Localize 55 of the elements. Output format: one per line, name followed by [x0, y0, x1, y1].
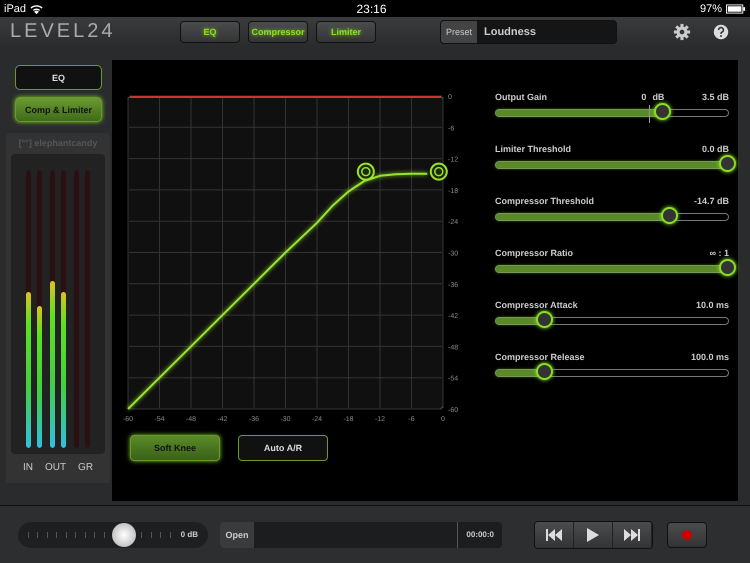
volume-reading: 0 dB — [180, 530, 198, 539]
preset-label: Preset — [441, 20, 478, 42]
side-tab[interactable]: EQ — [15, 65, 102, 90]
time-display: 00:00:0 — [466, 530, 495, 539]
record-button[interactable] — [667, 522, 707, 548]
knee-handle[interactable] — [356, 162, 375, 181]
slider-label: Compressor Threshold — [495, 196, 594, 206]
meter-label: OUT — [44, 462, 66, 473]
slider-thumb[interactable] — [719, 259, 736, 276]
module-tab[interactable]: Limiter — [316, 20, 376, 42]
slider-label: Output Gain — [495, 92, 547, 102]
play-icon — [587, 528, 599, 542]
skip-back-icon — [546, 528, 562, 540]
zero-mark-label: dB — [652, 92, 664, 102]
volume-knob[interactable] — [112, 522, 136, 546]
record-icon — [682, 530, 692, 540]
meter-label: GR — [78, 462, 94, 473]
meter-label: IN — [22, 462, 33, 473]
slider-value: 3.5 dB — [702, 92, 729, 102]
slider-value: 0.0 dB — [702, 144, 729, 154]
preset-selector[interactable]: Preset Loudness — [440, 20, 617, 44]
battery-icon — [726, 4, 746, 14]
open-button[interactable]: Open — [220, 522, 254, 548]
slider-value: 100.0 ms — [690, 352, 729, 362]
slider-thumb[interactable] — [536, 311, 553, 328]
toggle-button[interactable]: Auto A/R — [238, 435, 328, 461]
slider-label: Compressor Attack — [495, 300, 578, 310]
slider-thumb[interactable] — [719, 155, 736, 172]
skip-forward-icon — [624, 528, 640, 540]
slider-value: -14.7 dB — [694, 196, 729, 206]
zero-mark-label: 0 — [641, 92, 646, 102]
battery-percent: 97% — [700, 2, 722, 14]
module-tab[interactable]: Compressor — [248, 20, 308, 42]
side-tab[interactable]: Comp & Limiter — [15, 97, 102, 122]
app-logo: LEVEL24 — [10, 20, 117, 43]
module-tab[interactable]: EQ — [180, 20, 240, 42]
rewind-button[interactable] — [535, 522, 574, 548]
slider-value: ∞ : 1 — [710, 248, 729, 258]
slider-thumb[interactable] — [654, 103, 672, 120]
settings-icon[interactable] — [673, 22, 691, 40]
volume-slider[interactable]: 0 dB — [18, 522, 208, 548]
limit-handle[interactable] — [430, 162, 448, 181]
slider-thumb[interactable] — [661, 207, 678, 224]
help-icon[interactable] — [713, 24, 729, 40]
preset-name: Loudness — [483, 24, 537, 40]
forward-button[interactable] — [613, 522, 652, 548]
play-button[interactable] — [574, 522, 613, 548]
device-name: iPad — [4, 2, 26, 14]
wifi-icon — [30, 4, 44, 14]
slider-value: 10.0 ms — [696, 300, 729, 310]
slider-label: Compressor Ratio — [495, 248, 574, 258]
slider-label: Compressor Release — [495, 352, 585, 362]
clock-time: 23:16 — [355, 2, 388, 16]
slider-thumb[interactable] — [536, 363, 553, 380]
slider-label: Limiter Threshold — [495, 144, 572, 154]
